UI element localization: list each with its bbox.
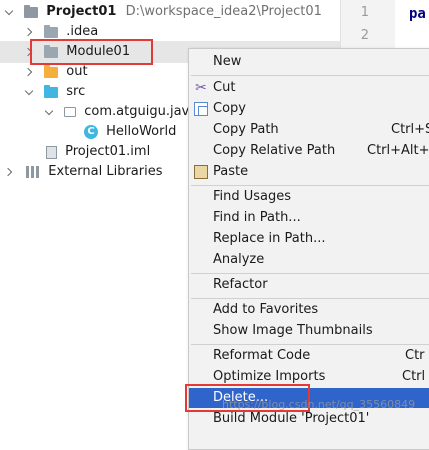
menu-item-shortcut: Ctr xyxy=(405,348,425,363)
menu-item-label: Show Image Thumbnails xyxy=(213,323,373,338)
line-number: 1 xyxy=(360,5,369,20)
menu-item-cut[interactable]: ✂ Cut xyxy=(189,78,429,98)
menu-item-find-in-path[interactable]: Find in Path... xyxy=(189,208,429,228)
chevron-right-icon[interactable] xyxy=(24,26,36,38)
menu-separator xyxy=(191,185,429,186)
menu-item-add-to-favorites[interactable]: Add to Favorites xyxy=(189,300,429,320)
tree-item-label: HelloWorld xyxy=(106,124,177,139)
tree-item-out[interactable]: out xyxy=(24,62,88,82)
menu-item-label: Build Module 'Project01' xyxy=(213,411,370,426)
menu-item-label: Find in Path... xyxy=(213,210,301,225)
tree-item-helloworld[interactable]: C HelloWorld xyxy=(84,122,176,142)
menu-item-label: New xyxy=(213,54,242,69)
tree-item-label: com.atguigu.java xyxy=(84,104,198,119)
tree-item-project01[interactable]: Project01 D:\workspace_idea2\Project01 xyxy=(4,2,322,22)
project-path: D:\workspace_idea2\Project01 xyxy=(125,4,322,19)
chevron-right-icon[interactable] xyxy=(4,166,16,178)
copy-icon xyxy=(194,102,208,116)
menu-separator xyxy=(191,298,429,299)
libraries-icon xyxy=(24,166,40,178)
menu-item-show-image-thumbnails[interactable]: Show Image Thumbnails xyxy=(189,321,429,341)
menu-item-paste[interactable]: Paste xyxy=(189,162,429,182)
menu-item-shortcut: Ctrl+S xyxy=(391,122,429,137)
clipboard-icon xyxy=(194,165,208,179)
folder-icon xyxy=(44,64,59,78)
tree-item-iml[interactable]: Project01.iml xyxy=(46,142,150,162)
chevron-down-icon[interactable] xyxy=(24,86,36,98)
tree-item-external-libraries[interactable]: External Libraries xyxy=(4,162,163,182)
menu-item-build-module[interactable]: Build Module 'Project01' xyxy=(189,409,429,429)
source-folder-icon xyxy=(44,84,59,98)
tree-item-package[interactable]: com.atguigu.java xyxy=(44,102,197,122)
chevron-right-icon[interactable] xyxy=(24,66,36,78)
menu-item-copy[interactable]: Copy xyxy=(189,99,429,119)
class-icon: C xyxy=(84,125,98,139)
menu-item-label: Paste xyxy=(213,164,249,179)
menu-item-label: Reformat Code xyxy=(213,348,311,363)
watermark-text: https://blog.csdn.net/qq_35560849 xyxy=(222,398,416,411)
menu-separator xyxy=(191,75,429,76)
menu-item-find-usages[interactable]: Find Usages xyxy=(189,187,429,207)
menu-item-label: Find Usages xyxy=(213,189,292,204)
menu-item-copy-path[interactable]: Copy Path Ctrl+S xyxy=(189,120,429,140)
menu-item-label: Cut xyxy=(213,80,236,95)
code-line: pa xyxy=(409,6,426,22)
menu-item-label: Copy Path xyxy=(213,122,279,137)
tree-item-src[interactable]: src xyxy=(24,82,85,102)
tree-item-label: src xyxy=(66,84,86,99)
tree-item-label: Project01.iml xyxy=(65,144,151,159)
menu-item-label: Add to Favorites xyxy=(213,302,319,317)
tree-item-label: out xyxy=(66,64,88,79)
project-name: Project01 xyxy=(46,4,117,19)
menu-item-label: Analyze xyxy=(213,252,265,267)
menu-item-label: Refactor xyxy=(213,277,268,292)
menu-item-new[interactable]: New xyxy=(189,52,429,72)
package-icon xyxy=(64,107,77,117)
scissors-icon: ✂ xyxy=(195,80,207,96)
menu-item-reformat-code[interactable]: Reformat Code Ctr xyxy=(189,346,429,366)
menu-item-replace-in-path[interactable]: Replace in Path... xyxy=(189,229,429,249)
tree-item-label: External Libraries xyxy=(48,164,163,179)
line-number: 2 xyxy=(360,28,369,43)
menu-item-label: Copy xyxy=(213,101,246,116)
menu-item-copy-relative-path[interactable]: Copy Relative Path Ctrl+Alt+S xyxy=(189,141,429,161)
folder-icon xyxy=(44,24,59,38)
iml-file-icon xyxy=(46,145,57,159)
menu-item-label: Replace in Path... xyxy=(213,231,326,246)
menu-item-label: Copy Relative Path xyxy=(213,143,336,158)
menu-item-refactor[interactable]: Refactor xyxy=(189,275,429,295)
chevron-down-icon[interactable] xyxy=(44,106,56,118)
menu-item-shortcut: Ctrl+Alt+S xyxy=(367,143,429,158)
menu-separator xyxy=(191,344,429,345)
chevron-down-icon[interactable] xyxy=(4,6,16,18)
menu-separator xyxy=(191,273,429,274)
menu-item-shortcut: Ctrl xyxy=(402,369,426,384)
menu-item-analyze[interactable]: Analyze xyxy=(189,250,429,270)
project-folder-icon xyxy=(24,4,39,18)
